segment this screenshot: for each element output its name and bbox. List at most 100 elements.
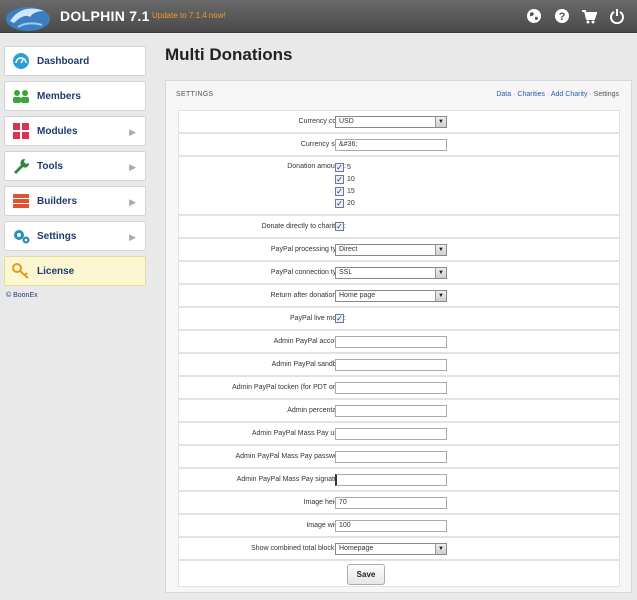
form-row: PayPal live mode: ✓: [178, 307, 620, 330]
chevron-right-icon: ▶: [129, 162, 136, 172]
field-label: Admin PayPal Mass Pay user:: [251, 430, 346, 437]
gauge-icon: [13, 53, 29, 69]
admin-sandbox-input[interactable]: [335, 359, 447, 371]
donation-amount-option[interactable]: ✓ 20: [335, 197, 355, 209]
donation-amount-option[interactable]: ✓ 10: [335, 173, 355, 185]
panel-header: SETTINGS Data · Charities · Add Charity …: [166, 81, 631, 109]
breadcrumb-separator: ·: [589, 91, 592, 98]
breadcrumb-separator: ·: [513, 91, 516, 98]
gears-icon: [14, 230, 30, 244]
key-icon: [12, 263, 29, 279]
form-row: Image width: 100: [178, 514, 620, 537]
paypal-processing-select[interactable]: Direct ▼: [335, 244, 447, 256]
modules-icon: [13, 123, 29, 139]
field-label: Donate directly to charities:: [261, 223, 346, 230]
donation-amount-option[interactable]: ✓ 15: [335, 185, 355, 197]
sidebar-item-members[interactable]: Members: [4, 81, 146, 111]
mass-pay-password-input[interactable]: [335, 451, 447, 463]
form-row: Donation amounts: ✓ 5 ✓ 10 ✓ 15 ✓ 20: [178, 156, 620, 215]
currency-sign-input[interactable]: &#36;: [335, 139, 447, 151]
sidebar-item-modules[interactable]: Modules ▶: [4, 116, 146, 146]
dropdown-arrow-icon: ▼: [435, 291, 446, 301]
paypal-connection-select[interactable]: SSL ▼: [335, 267, 447, 279]
sidebar-item-label: License: [37, 265, 75, 277]
breadcrumb-charities-link[interactable]: Charities: [517, 91, 545, 98]
svg-text:?: ?: [559, 11, 566, 23]
chevron-right-icon: ▶: [129, 197, 136, 207]
checkbox[interactable]: ✓: [335, 198, 344, 208]
mass-pay-user-input[interactable]: [335, 428, 447, 440]
breadcrumb: Data · Charities · Add Charity · Setting…: [496, 91, 619, 98]
option-label: 10: [347, 175, 355, 183]
dropdown-arrow-icon: ▼: [435, 544, 446, 554]
field-label: Admin PayPal tocken (for PDT only):: [232, 384, 346, 391]
return-after-select[interactable]: Home page ▼: [335, 290, 447, 302]
form-row: Return after donation to: Home page ▼: [178, 284, 620, 307]
form-row: Admin percentage:: [178, 399, 620, 422]
sidebar-item-builders[interactable]: Builders ▶: [4, 186, 146, 216]
dropdown-arrow-icon: ▼: [435, 268, 446, 278]
power-icon[interactable]: [609, 8, 625, 24]
wrench-icon: [14, 158, 30, 174]
top-bar: DOLPHIN 7.1 Update to 7.1.4 now! ?: [0, 0, 637, 33]
globe-icon[interactable]: [526, 8, 542, 24]
select-value: SSL: [339, 269, 353, 276]
dropdown-arrow-icon: ▼: [435, 245, 446, 255]
sidebar-item-settings[interactable]: Settings ▶: [4, 221, 146, 251]
checkbox[interactable]: ✓: [335, 174, 344, 184]
form-row: Admin PayPal Mass Pay password:: [178, 445, 620, 468]
form-row: PayPal processing type: Direct ▼: [178, 238, 620, 261]
form-row: Currency sign: &#36;: [178, 133, 620, 156]
donation-amount-option[interactable]: ✓ 5: [335, 161, 355, 173]
cart-icon[interactable]: [581, 8, 597, 24]
sidebar-item-label: Builders: [37, 195, 78, 207]
breadcrumb-separator: ·: [546, 91, 550, 98]
form-row: Save: [178, 560, 620, 587]
form-row: Admin PayPal Mass Pay signature:: [178, 468, 620, 491]
form-row: Admin PayPal Mass Pay user:: [178, 422, 620, 445]
sidebar-item-label: Modules: [37, 125, 78, 137]
select-value: Direct: [339, 246, 358, 253]
mass-pay-signature-input[interactable]: [335, 474, 447, 486]
panel-title: SETTINGS: [176, 91, 214, 98]
dropdown-arrow-icon: ▼: [435, 117, 446, 127]
select-value: Home page: [339, 292, 376, 299]
checkbox[interactable]: ✓: [335, 162, 344, 172]
update-link[interactable]: Update to 7.1.4 now!: [152, 11, 226, 20]
builders-icon: [13, 194, 29, 208]
admin-percentage-input[interactable]: [335, 405, 447, 417]
option-label: 15: [347, 187, 355, 195]
select-value: Homepage: [339, 545, 374, 552]
dolphin-logo-icon[interactable]: [4, 1, 54, 31]
page-title: Multi Donations: [165, 45, 293, 64]
breadcrumb-current: Settings: [593, 91, 619, 98]
admin-account-input[interactable]: [335, 336, 447, 348]
breadcrumb-add-charity-link[interactable]: Add Charity: [551, 91, 588, 98]
sidebar-item-license[interactable]: License: [4, 256, 146, 286]
checkbox[interactable]: ✓: [335, 186, 344, 196]
copyright-link[interactable]: © BoonEx: [6, 292, 38, 299]
save-button[interactable]: Save: [347, 564, 385, 585]
sidebar-item-dashboard[interactable]: Dashboard: [4, 46, 146, 76]
chevron-right-icon: ▶: [129, 232, 136, 242]
field-label: Admin PayPal Mass Pay signature:: [236, 476, 346, 483]
donation-amounts-group: ✓ 5 ✓ 10 ✓ 15 ✓ 20: [335, 161, 355, 209]
form-row: PayPal connection type: SSL ▼: [178, 261, 620, 284]
select-value: USD: [339, 118, 354, 125]
form-row: Show combined total block on: Homepage ▼: [178, 537, 620, 560]
sidebar-item-label: Settings: [37, 230, 77, 242]
paypal-live-checkbox[interactable]: ✓: [335, 314, 344, 323]
donate-directly-checkbox[interactable]: ✓: [335, 222, 344, 231]
image-height-input[interactable]: 70: [335, 497, 447, 509]
combined-block-select[interactable]: Homepage ▼: [335, 543, 447, 555]
image-width-input[interactable]: 100: [335, 520, 447, 532]
help-icon[interactable]: ?: [554, 8, 570, 24]
sidebar-item-tools[interactable]: Tools ▶: [4, 151, 146, 181]
breadcrumb-data-link[interactable]: Data: [496, 91, 511, 98]
sidebar-item-label: Dashboard: [37, 55, 90, 67]
currency-code-select[interactable]: USD ▼: [335, 116, 447, 128]
admin-token-input[interactable]: [335, 382, 447, 394]
form-row: Currency code: USD ▼: [178, 110, 620, 133]
chevron-right-icon: ▶: [129, 127, 136, 137]
form-row: Image height: 70: [178, 491, 620, 514]
